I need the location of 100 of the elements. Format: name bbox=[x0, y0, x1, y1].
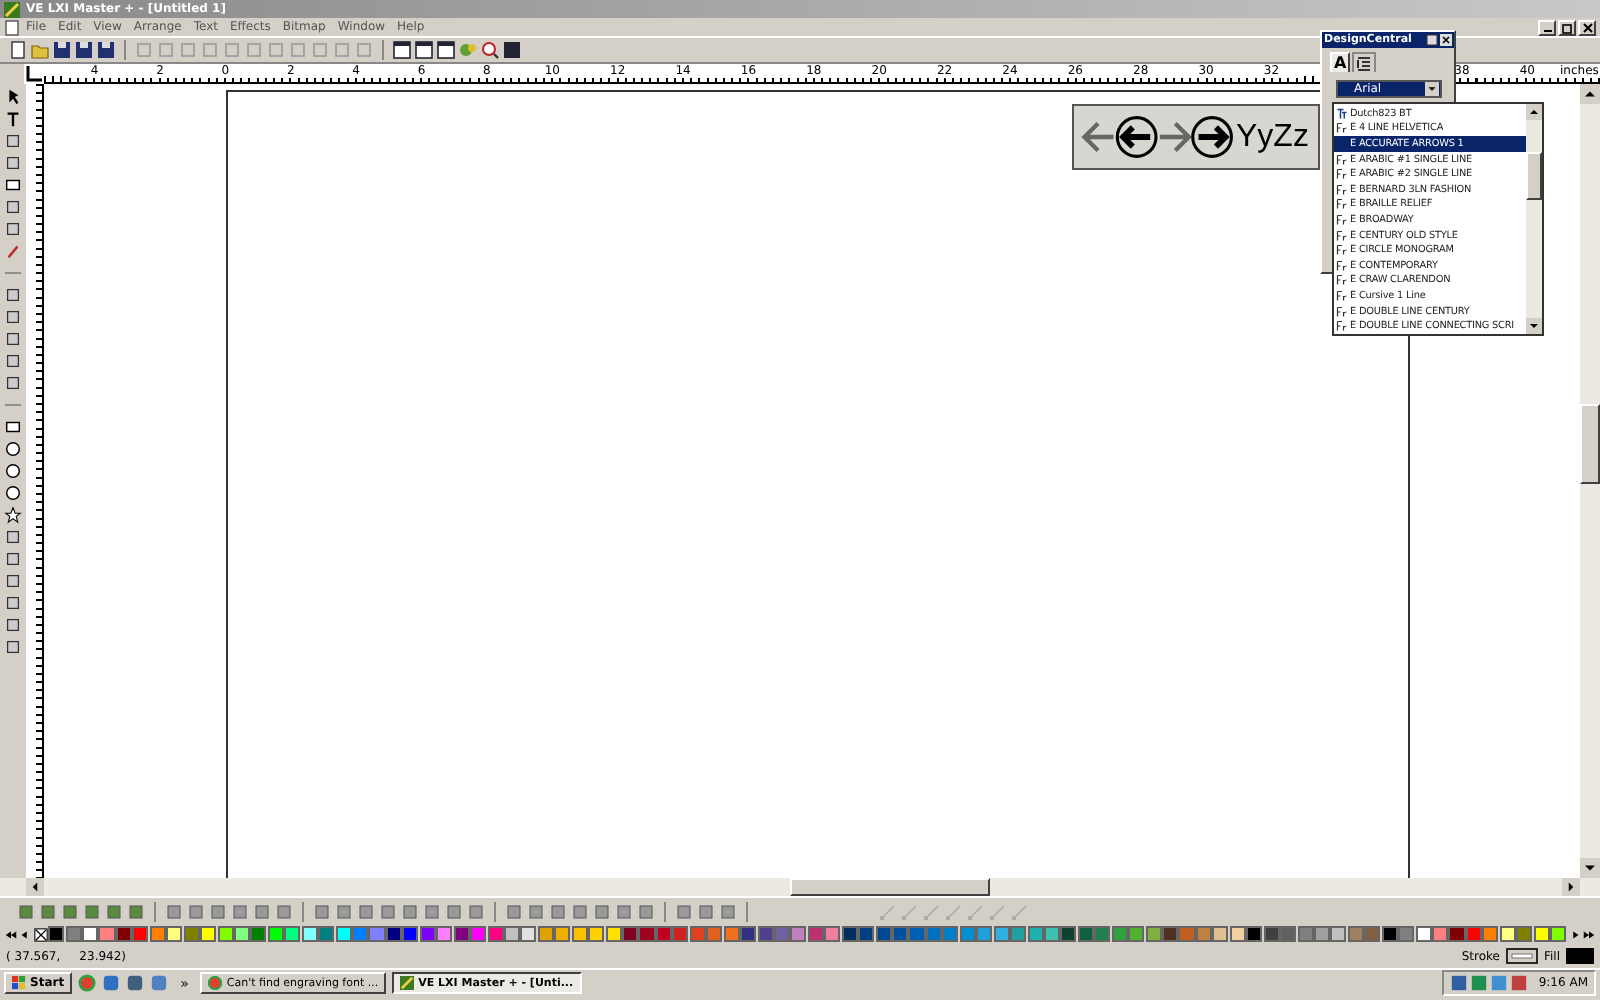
color-swatch[interactable] bbox=[1516, 926, 1533, 942]
color-swatch[interactable] bbox=[48, 926, 65, 942]
color-swatch[interactable] bbox=[588, 926, 605, 942]
scroll-right-icon[interactable] bbox=[1562, 878, 1580, 896]
list-scrollbar[interactable] bbox=[1526, 104, 1542, 334]
color-swatch[interactable] bbox=[858, 926, 875, 942]
ruler-origin-icon[interactable] bbox=[24, 64, 44, 84]
color-swatch[interactable] bbox=[98, 926, 116, 942]
color-swatch[interactable] bbox=[1297, 926, 1314, 942]
color-swatch[interactable] bbox=[1499, 926, 1516, 942]
color-swatch[interactable] bbox=[740, 926, 757, 942]
color-swatch[interactable] bbox=[1448, 926, 1466, 942]
scrollbar-thumb[interactable] bbox=[1580, 404, 1600, 484]
color-swatch[interactable] bbox=[1162, 926, 1179, 942]
color-swatch[interactable] bbox=[1263, 926, 1280, 942]
color-swatch[interactable] bbox=[436, 926, 453, 942]
color-swatch[interactable] bbox=[166, 926, 183, 942]
color-swatch[interactable] bbox=[807, 926, 824, 942]
color-swatch[interactable] bbox=[638, 926, 656, 942]
node-tool-icon[interactable] bbox=[988, 901, 1008, 921]
color-swatch[interactable] bbox=[672, 926, 689, 942]
vertical-scrollbar[interactable] bbox=[1580, 84, 1600, 878]
color-swatch[interactable] bbox=[1246, 926, 1263, 942]
color-swatch[interactable] bbox=[1381, 926, 1398, 942]
close-button[interactable] bbox=[1578, 19, 1596, 35]
color-swatch[interactable] bbox=[183, 926, 200, 942]
window-icon[interactable] bbox=[436, 40, 456, 60]
color-swatch[interactable] bbox=[132, 926, 149, 942]
color-swatch[interactable] bbox=[470, 926, 487, 942]
scroll-up-icon[interactable] bbox=[1526, 104, 1542, 120]
color-swatch[interactable] bbox=[554, 926, 571, 942]
color-swatch[interactable] bbox=[1280, 926, 1297, 942]
node-tool-icon[interactable] bbox=[966, 901, 986, 921]
color-swatch[interactable] bbox=[689, 926, 706, 942]
node-tool-icon[interactable] bbox=[878, 901, 898, 921]
color-swatch[interactable] bbox=[1094, 926, 1111, 942]
color-swatch[interactable] bbox=[250, 926, 267, 942]
color-swatch[interactable] bbox=[942, 926, 959, 942]
color-swatch[interactable] bbox=[267, 926, 284, 942]
zoom-icon[interactable] bbox=[480, 40, 500, 60]
star-icon[interactable] bbox=[4, 506, 22, 524]
close-icon[interactable] bbox=[1440, 34, 1452, 46]
color-swatch[interactable] bbox=[419, 926, 436, 942]
stroke-swatch-icon[interactable] bbox=[1505, 948, 1538, 964]
color-swatch[interactable] bbox=[537, 926, 554, 942]
color-swatch[interactable] bbox=[757, 926, 774, 942]
scroll-up-icon[interactable] bbox=[1580, 84, 1600, 104]
node-tool-icon[interactable] bbox=[922, 901, 942, 921]
scroll-left-icon[interactable] bbox=[26, 878, 44, 896]
color-swatch[interactable] bbox=[892, 926, 909, 942]
color-swatch[interactable] bbox=[82, 926, 99, 942]
horizontal-scrollbar[interactable] bbox=[0, 878, 1600, 896]
color-swatch[interactable] bbox=[453, 926, 470, 942]
fill-swatch[interactable] bbox=[1566, 948, 1594, 964]
color-swatch[interactable] bbox=[976, 926, 993, 942]
color-swatch[interactable] bbox=[1330, 926, 1347, 942]
color-swatch[interactable] bbox=[1145, 926, 1162, 942]
color-swatch[interactable] bbox=[335, 926, 352, 942]
color-swatch[interactable] bbox=[368, 926, 386, 942]
color-swatch[interactable] bbox=[841, 926, 858, 942]
scrollbar-thumb[interactable] bbox=[1526, 152, 1542, 200]
color-swatch[interactable] bbox=[1347, 926, 1364, 942]
color-swatch[interactable] bbox=[1060, 926, 1077, 942]
color-swatch[interactable] bbox=[1077, 926, 1094, 942]
window-icon[interactable] bbox=[414, 40, 434, 60]
color-swatch[interactable] bbox=[1128, 926, 1145, 942]
no-color-swatch-icon[interactable] bbox=[33, 927, 48, 941]
save-icon[interactable] bbox=[74, 40, 94, 60]
color-swatch[interactable] bbox=[1415, 926, 1432, 942]
color-swatch[interactable] bbox=[1229, 926, 1246, 942]
toolbar-icon[interactable] bbox=[502, 40, 522, 60]
color-swatch[interactable] bbox=[1432, 926, 1449, 942]
color-swatch[interactable] bbox=[908, 926, 926, 942]
color-swatch[interactable] bbox=[1398, 926, 1415, 942]
color-swatch[interactable] bbox=[1212, 926, 1229, 942]
color-swatch[interactable] bbox=[1482, 926, 1499, 942]
color-swatch[interactable] bbox=[875, 926, 892, 942]
color-swatch[interactable] bbox=[318, 926, 335, 942]
color-swatch[interactable] bbox=[149, 926, 166, 942]
color-swatch[interactable] bbox=[1364, 926, 1381, 942]
color-swatch[interactable] bbox=[1010, 926, 1027, 942]
node-tool-icon[interactable] bbox=[944, 901, 964, 921]
color-swatch[interactable] bbox=[1111, 926, 1128, 942]
rectangle-icon[interactable] bbox=[4, 176, 22, 194]
node-tool-icon[interactable] bbox=[900, 901, 920, 921]
scroll-first-icon[interactable] bbox=[4, 927, 18, 941]
color-swatch[interactable] bbox=[605, 926, 622, 942]
color-swatch[interactable] bbox=[352, 926, 369, 942]
paragraph-tab[interactable] bbox=[1352, 52, 1377, 72]
text-tool-icon[interactable] bbox=[4, 110, 22, 128]
color-swatch[interactable] bbox=[487, 926, 504, 942]
color-swatch[interactable] bbox=[1178, 926, 1196, 942]
color-swatch[interactable] bbox=[301, 926, 318, 942]
node-tool-icon[interactable] bbox=[1010, 901, 1030, 921]
color-swatch[interactable] bbox=[217, 926, 234, 942]
color-swatch[interactable] bbox=[1533, 926, 1550, 942]
color-swatch[interactable] bbox=[790, 926, 807, 942]
pointer-icon[interactable] bbox=[4, 88, 22, 106]
color-swatch[interactable] bbox=[65, 926, 82, 942]
pen-icon[interactable] bbox=[4, 242, 22, 260]
